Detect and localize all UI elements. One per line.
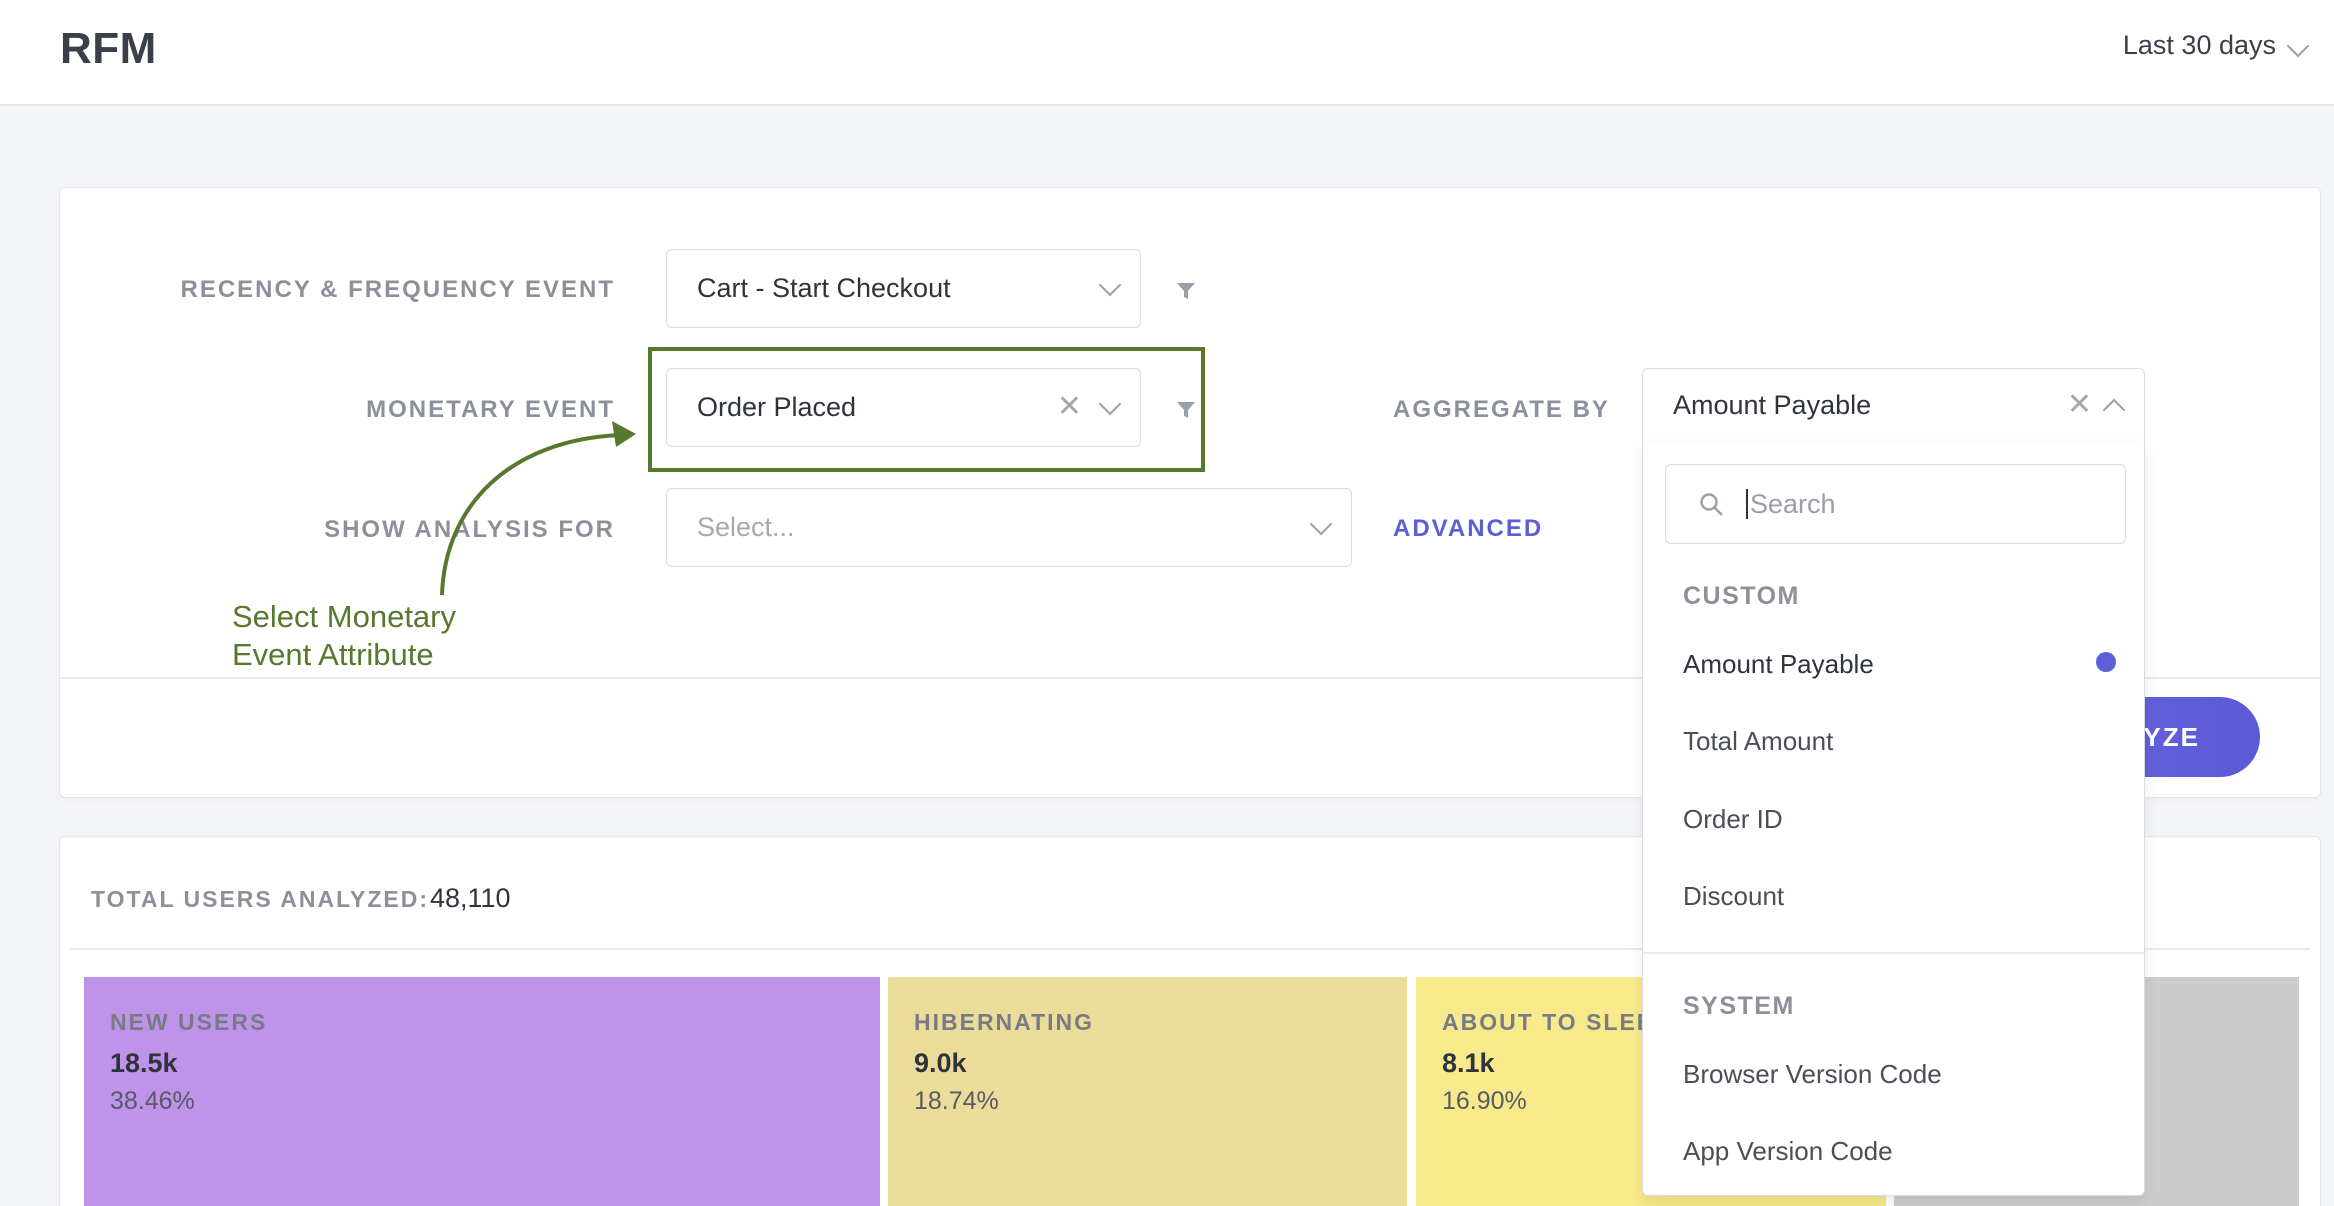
- dropdown-search-input[interactable]: Search: [1665, 464, 2126, 544]
- annotation-line-2: Event Attribute: [232, 637, 434, 672]
- option-order-id[interactable]: Order ID: [1683, 804, 1783, 835]
- segment-name: HIBERNATING: [914, 1009, 1095, 1035]
- recency-frequency-select[interactable]: Cart - Start Checkout: [666, 249, 1141, 328]
- group-title-system: SYSTEM: [1683, 992, 1795, 1020]
- option-app-version-code[interactable]: App Version Code: [1683, 1136, 1893, 1167]
- advanced-link[interactable]: ADVANCED: [1393, 515, 1543, 543]
- chevron-down-icon: [1309, 512, 1333, 536]
- page-title: RFM: [60, 24, 157, 73]
- recency-frequency-value: Cart - Start Checkout: [697, 273, 951, 303]
- segment-count: 18.5k: [110, 1048, 178, 1078]
- date-range-label: Last 30 days: [2122, 30, 2276, 60]
- segment-percent: 38.46%: [110, 1087, 195, 1115]
- option-discount[interactable]: Discount: [1683, 881, 1784, 912]
- option-browser-version-code[interactable]: Browser Version Code: [1683, 1059, 1942, 1090]
- top-header: RFM Last 30 days: [0, 0, 2334, 106]
- annotation-arrow: [440, 421, 636, 596]
- segment-tile-new-users[interactable]: NEW USERS 18.5k 38.46%: [84, 977, 880, 1206]
- annotation-text: Select Monetary Event Attribute: [232, 598, 456, 674]
- close-icon[interactable]: ✕: [2067, 387, 2092, 422]
- chevron-down-icon: [1098, 273, 1122, 297]
- date-range-selector[interactable]: Last 30 days: [2122, 30, 2310, 61]
- aggregate-by-dropdown: Search CUSTOM Amount Payable Total Amoun…: [1642, 442, 2145, 1196]
- aggregate-by-select[interactable]: Amount Payable ✕: [1642, 368, 2145, 443]
- group-separator: [1643, 952, 2144, 954]
- segment-count: 9.0k: [914, 1048, 967, 1078]
- total-users-label: TOTAL USERS ANALYZED:: [91, 886, 430, 912]
- segment-tile-hibernating[interactable]: HIBERNATING 9.0k 18.74%: [888, 977, 1407, 1206]
- text-cursor: [1746, 489, 1748, 519]
- option-total-amount[interactable]: Total Amount: [1683, 726, 1833, 757]
- filter-icon[interactable]: [1176, 281, 1196, 301]
- show-analysis-select[interactable]: Select...: [666, 488, 1352, 567]
- aggregate-by-label: AGGREGATE BY: [1393, 396, 1610, 423]
- search-icon: [1700, 493, 1723, 516]
- segment-percent: 18.74%: [914, 1087, 999, 1115]
- show-analysis-placeholder: Select...: [697, 512, 795, 542]
- group-title-custom: CUSTOM: [1683, 582, 1800, 610]
- chevron-up-icon[interactable]: [2102, 398, 2126, 422]
- chevron-down-icon: [2286, 34, 2310, 57]
- search-placeholder: Search: [1750, 488, 1836, 519]
- selected-indicator-dot: [2096, 652, 2116, 672]
- total-users-value: 48,110: [430, 883, 511, 913]
- annotation-line-1: Select Monetary: [232, 599, 456, 634]
- segment-name: NEW USERS: [110, 1009, 268, 1035]
- option-amount-payable[interactable]: Amount Payable: [1683, 649, 1874, 680]
- recency-frequency-label: RECENCY & FREQUENCY EVENT: [180, 276, 615, 303]
- monetary-highlight-box: [648, 347, 1205, 472]
- aggregate-by-value: Amount Payable: [1673, 390, 1872, 420]
